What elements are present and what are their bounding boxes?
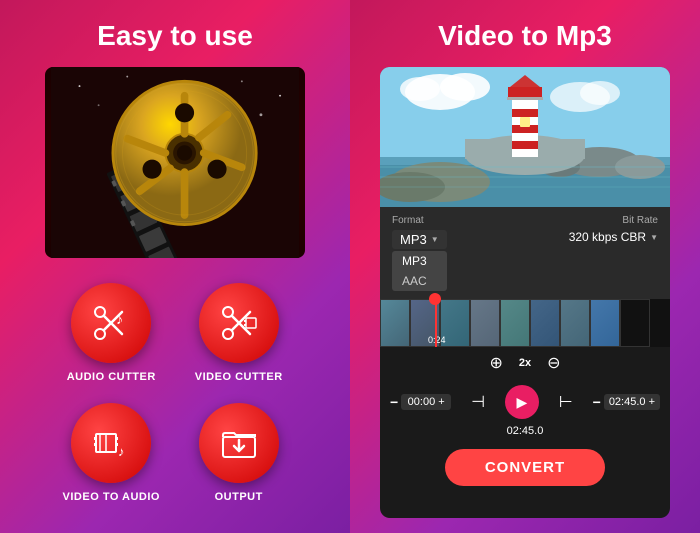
left-panel: Easy to use [0,0,350,533]
right-title: Video to Mp3 [438,20,612,52]
bitrate-dropdown[interactable]: 320 kbps CBR ▼ [569,230,658,244]
bitrate-label: Bit Rate [622,215,658,226]
format-value: MP3 [400,232,427,247]
total-time-display: 02:45.0 [380,425,670,441]
format-section: Format MP3 ▼ MP3 AAC [392,215,447,291]
format-dropdown[interactable]: MP3 ▼ [392,230,447,249]
cut-left-button[interactable]: ⊣ [464,388,492,416]
strip-frame-7 [560,299,590,347]
left-title: Easy to use [97,20,253,52]
strip-frame-8 [590,299,620,347]
video-cutter-button[interactable] [199,283,279,363]
audio-cutter-label: AUDIO CUTTER [67,371,156,383]
audio-cutter-button[interactable]: ♪ [71,283,151,363]
cut-right-button[interactable]: ⊢ [552,388,580,416]
total-time-value: 02:45.0 [507,425,544,437]
strip-frame-1 [380,299,410,347]
end-time-group: − 02:45.0 + [593,394,660,410]
end-minus-button[interactable]: − [593,394,601,410]
film-reel-illustration [45,67,305,258]
bitrate-value: 320 kbps CBR [569,230,646,244]
format-option-mp3[interactable]: MP3 [392,251,447,271]
video-cutter-item: VIDEO CUTTER [190,283,287,383]
timeline-playhead[interactable] [435,299,437,347]
playhead-dot [429,293,441,305]
bitrate-chevron-icon: ▼ [650,233,658,242]
zoom-level: 2x [519,357,531,369]
start-time-group: − 00:00 + [390,394,451,410]
bitrate-section: Bit Rate 320 kbps CBR ▼ [569,215,658,244]
convert-section: CONVERT [380,441,670,498]
zoom-out-button[interactable]: ⊖ [543,353,564,373]
start-minus-button[interactable]: − [390,394,398,410]
timeline-section: 0:24 [380,299,670,347]
strip-frame-4 [470,299,500,347]
zoom-controls: ⊕ 2x ⊖ [380,347,670,379]
audio-cutter-item: ♪ AUDIO CUTTER [63,283,160,383]
format-options-list: MP3 AAC [392,251,447,291]
video-cutter-label: VIDEO CUTTER [195,371,283,383]
end-time-value: 02:45.0 + [609,396,655,408]
video-to-audio-label: VIDEO TO AUDIO [63,491,160,503]
convert-button[interactable]: CONVERT [445,449,605,486]
strip-frame-6 [530,299,560,347]
format-chevron-icon: ▼ [431,235,439,244]
zoom-in-button[interactable]: ⊕ [485,353,506,373]
playback-controls: − 00:00 + ⊣ ▶ ⊢ − 02:45.0 + [380,379,670,425]
film-strip[interactable] [380,299,670,347]
format-label: Format [392,215,447,226]
output-item: OUTPUT [190,403,287,503]
video-preview [380,67,670,207]
format-option-aac[interactable]: AAC [392,271,447,291]
features-grid: ♪ AUDIO CUTTER VIDEO CUTT [63,283,288,503]
start-time-value: 00:00 + [408,396,445,408]
format-bar: Format MP3 ▼ MP3 AAC Bit Rate 320 kbps C… [380,207,670,299]
output-label: OUTPUT [215,491,263,503]
svg-text:♪: ♪ [116,311,123,327]
svg-text:♪: ♪ [118,444,125,459]
strip-frame-9 [620,299,650,347]
right-panel: Video to Mp3 [350,0,700,533]
end-time-display[interactable]: 02:45.0 + [604,394,660,410]
play-button[interactable]: ▶ [505,385,539,419]
video-to-audio-button[interactable]: ♪ [71,403,151,483]
phone-screen: Format MP3 ▼ MP3 AAC Bit Rate 320 kbps C… [380,67,670,518]
start-time-display[interactable]: 00:00 + [401,394,451,410]
output-button[interactable] [199,403,279,483]
strip-frame-5 [500,299,530,347]
video-to-audio-item: ♪ VIDEO TO AUDIO [63,403,160,503]
